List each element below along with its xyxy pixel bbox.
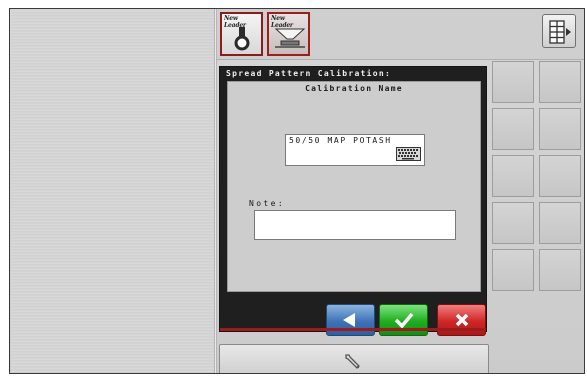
- shortcut-slot[interactable]: [492, 249, 534, 291]
- close-icon: [455, 313, 468, 327]
- grid-menu-icon: [549, 20, 571, 44]
- shortcut-slot[interactable]: [539, 249, 581, 291]
- spreader-icon: [273, 25, 307, 55]
- calibration-dialog: Spread Pattern Calibration: Calibration …: [219, 66, 487, 336]
- shortcut-slot[interactable]: [539, 202, 581, 244]
- shortcut-slot[interactable]: [539, 108, 581, 150]
- shortcut-slot[interactable]: [539, 61, 581, 103]
- shortcut-slot[interactable]: [539, 155, 581, 197]
- tab-implement[interactable]: New Leader: [220, 12, 263, 56]
- shortcut-slot[interactable]: [492, 61, 534, 103]
- dialog-body: Calibration Name 50/50 MAP POTASH Note:: [227, 81, 481, 292]
- checkmark-icon: [394, 312, 413, 328]
- calibration-name-field[interactable]: 50/50 MAP POTASH: [285, 134, 425, 166]
- shortcut-slot[interactable]: [492, 108, 534, 150]
- menu-button[interactable]: [542, 14, 576, 48]
- panel-divider[interactable]: [214, 9, 217, 373]
- arrow-left-icon: [342, 313, 355, 327]
- back-button[interactable]: [326, 304, 375, 336]
- calibration-name-value: 50/50 MAP POTASH: [289, 136, 392, 145]
- dialog-title: Spread Pattern Calibration:: [226, 69, 392, 78]
- tab-spreader[interactable]: New Leader: [267, 12, 310, 56]
- top-bar: New Leader New Leader: [217, 9, 584, 60]
- shortcut-slot[interactable]: [492, 202, 534, 244]
- display-frame: New Leader New Leader Spread Pattern Cal…: [9, 8, 585, 374]
- keyboard-icon[interactable]: [396, 146, 421, 165]
- wrench-icon: [345, 354, 360, 369]
- accept-button[interactable]: [379, 304, 428, 336]
- cancel-button[interactable]: [437, 304, 486, 336]
- dialog-accent-bar: [220, 328, 486, 331]
- note-label: Note:: [249, 199, 286, 208]
- note-field[interactable]: [254, 210, 456, 240]
- tractor-mount-icon: [230, 25, 254, 55]
- settings-button[interactable]: [219, 344, 489, 373]
- shortcut-slot[interactable]: [492, 155, 534, 197]
- left-panel: [11, 10, 214, 372]
- calibration-name-label: Calibration Name: [305, 84, 403, 93]
